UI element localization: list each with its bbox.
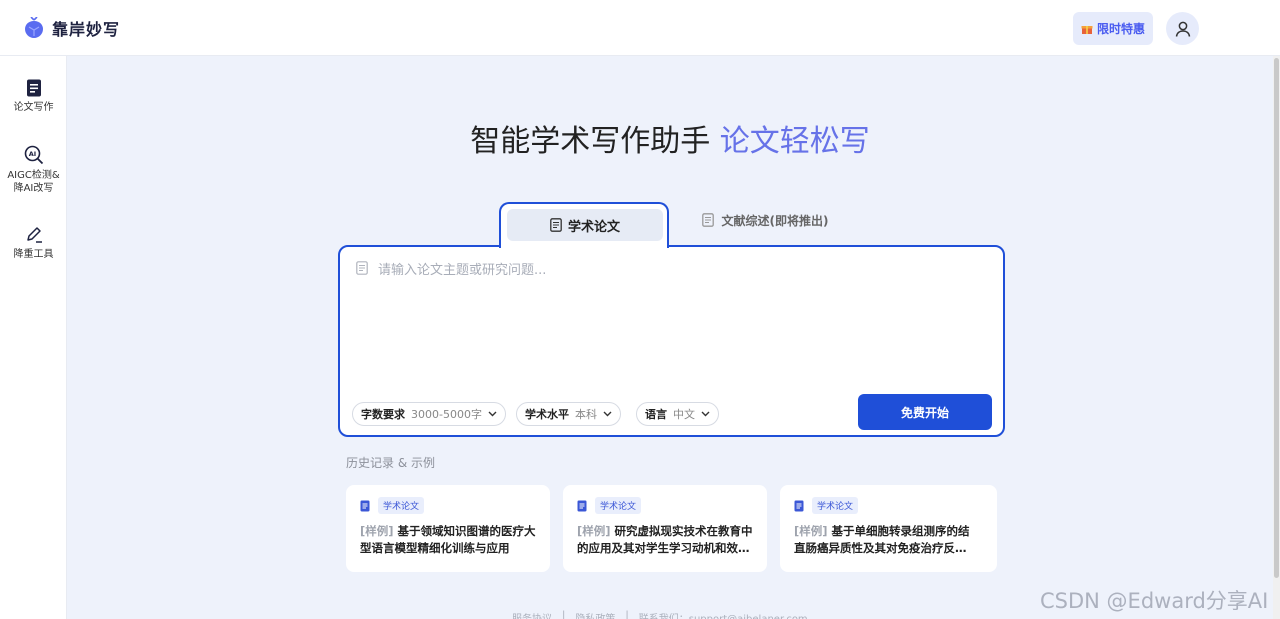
tab-label: 文献综述(即将推出) (721, 213, 829, 228)
language-label: 语言 (645, 408, 667, 421)
sidebar: 论文写作 AI AIGC检测&降AI改写 降重工具 (0, 56, 67, 619)
card-prefix: [样例] (794, 524, 828, 538)
chevron-down-icon (488, 411, 497, 417)
card-title: [样例] 基于领域知识图谱的医疗大型语言模型精细化训练与应用 (360, 523, 536, 557)
promo-button[interactable]: 限时特惠 (1073, 12, 1153, 45)
card-prefix: [样例] (360, 524, 394, 538)
privacy-link[interactable]: 隐私政策 (575, 610, 615, 619)
sidebar-item-label: 论文写作 (13, 102, 54, 113)
card-tag: 学术论文 (812, 497, 859, 514)
footer: 服务协议 | 隐私政策 | 联系我们：support@aibelaner.com (512, 610, 808, 619)
footer-divider: | (562, 610, 566, 619)
sidebar-item-rewrite-tool[interactable]: 降重工具 (0, 226, 67, 261)
history-card[interactable]: 学术论文 [样例] 研究虚拟现实技术在教育中的应用及其对学生学习动机和效果的影响 (563, 485, 767, 572)
hero-accent: 论文轻松写 (719, 124, 870, 159)
sidebar-item-label: AIGC检测&降AI改写 (7, 170, 60, 194)
pencil-icon (26, 227, 42, 243)
logo-icon (25, 17, 43, 38)
language-select[interactable]: 语言 中文 (636, 402, 719, 426)
document-icon (360, 500, 370, 511)
tab-active-body: 学术论文 (507, 209, 663, 241)
svg-text:AI: AI (28, 150, 35, 158)
watermark: CSDN @Edward分享AI (1040, 589, 1269, 613)
card-prefix: [样例] (577, 524, 611, 538)
terms-link[interactable]: 服务协议 (512, 610, 552, 619)
document-outline-icon (701, 213, 714, 227)
ai-magnifier-icon: AI (24, 145, 43, 165)
promo-label: 限时特惠 (1096, 22, 1145, 36)
word-count-value: 3000-5000字 (411, 408, 482, 421)
card-tag: 学术论文 (378, 497, 425, 514)
sidebar-item-paper-writing[interactable]: 论文写作 (0, 79, 67, 114)
document-outline-icon (550, 218, 562, 232)
hero-title: 智能学术写作助手 (470, 124, 711, 159)
card-title: [样例] 研究虚拟现实技术在教育中的应用及其对学生学习动机和效果的影响 (577, 523, 753, 557)
history-title: 历史记录 & 示例 (346, 456, 435, 470)
app-name: 靠岸妙写 (52, 20, 121, 39)
contact-text: 联系我们：support@aibelaner.com (639, 610, 808, 619)
academic-level-label: 学术水平 (525, 408, 569, 421)
document-icon (26, 79, 41, 97)
page-title: 智能学术写作助手 论文轻松写 (67, 116, 1273, 160)
card-header: 学术论文 (360, 497, 536, 514)
topic-input-card: 字数要求 3000-5000字 学术水平 本科 语言 中文 免费开始 (338, 245, 1005, 437)
academic-level-select[interactable]: 学术水平 本科 (516, 402, 621, 426)
logo[interactable]: 靠岸妙写 (24, 16, 120, 40)
card-header: 学术论文 (577, 497, 753, 514)
history-card[interactable]: 学术论文 [样例] 基于领域知识图谱的医疗大型语言模型精细化训练与应用 (346, 485, 550, 572)
word-count-select[interactable]: 字数要求 3000-5000字 (352, 402, 506, 426)
card-tag: 学术论文 (595, 497, 642, 514)
top-bar: 靠岸妙写 限时特惠 (0, 0, 1280, 56)
footer-divider: | (625, 610, 629, 619)
tab-academic-paper[interactable]: 学术论文 (499, 202, 669, 248)
card-title: [样例] 基于单细胞转录组测序的结直肠癌异质性及其对免疫治疗反应的研究 (794, 523, 974, 557)
sidebar-item-aigc-detection[interactable]: AI AIGC检测&降AI改写 (0, 145, 67, 195)
card-header: 学术论文 (794, 497, 983, 514)
history-card[interactable]: 学术论文 [样例] 基于单细胞转录组测序的结直肠癌异质性及其对免疫治疗反应的研究 (780, 485, 997, 572)
gift-icon (1081, 25, 1093, 34)
user-avatar-button[interactable] (1166, 12, 1199, 45)
academic-level-value: 本科 (575, 408, 597, 421)
start-button[interactable]: 免费开始 (858, 394, 992, 430)
tab-literature-review[interactable]: 文献综述(即将推出) (690, 205, 840, 235)
sidebar-item-label: 降重工具 (13, 249, 54, 260)
document-icon (577, 500, 587, 511)
scrollbar[interactable] (1273, 56, 1280, 619)
chevron-down-icon (701, 411, 710, 417)
word-count-label: 字数要求 (361, 408, 405, 421)
topic-input[interactable] (378, 259, 978, 281)
document-outline-icon (356, 261, 368, 275)
scrollbar-thumb[interactable] (1274, 58, 1279, 578)
language-value: 中文 (673, 408, 695, 421)
chevron-down-icon (603, 411, 612, 417)
user-icon (1175, 21, 1190, 37)
document-icon (794, 500, 804, 511)
tab-label: 学术论文 (567, 219, 620, 235)
